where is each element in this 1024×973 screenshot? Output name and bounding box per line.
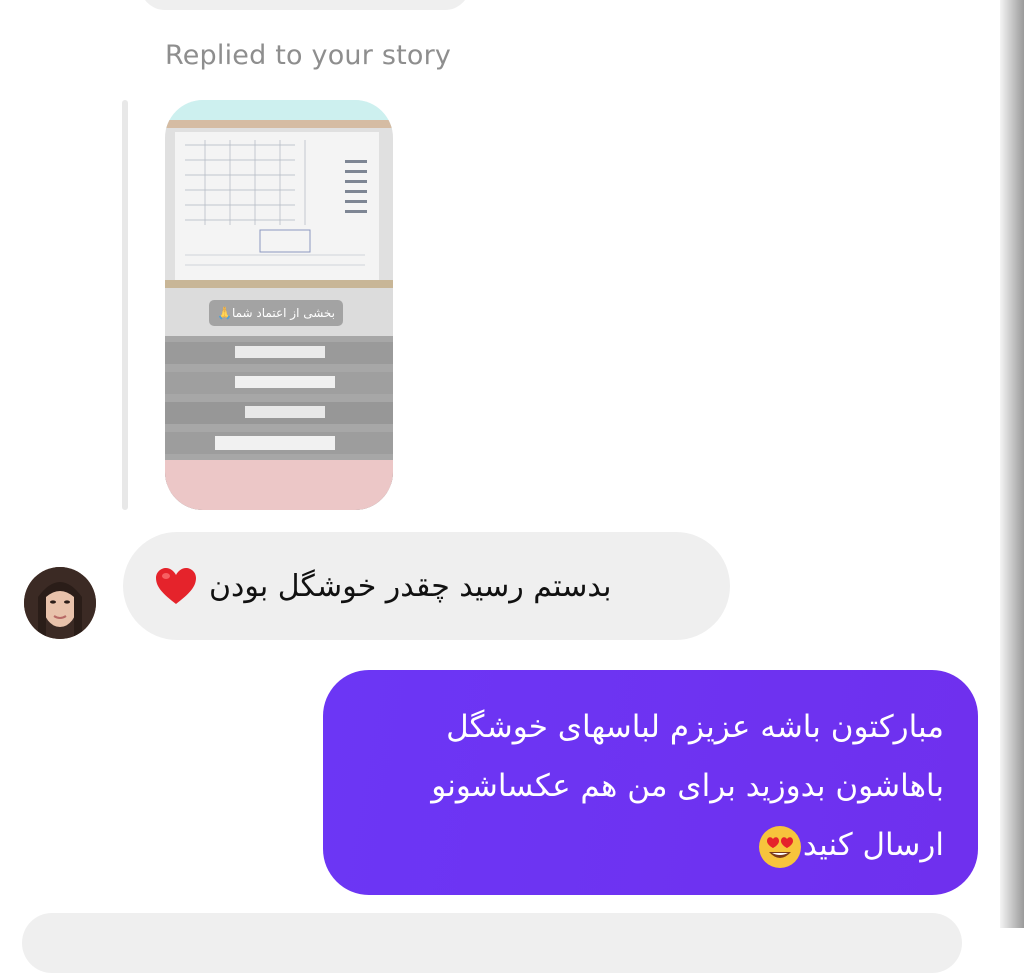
outgoing-message-bubble[interactable]: مبارکتون باشه عزیزم لباسهای خوشگل باهاشو…	[323, 670, 978, 895]
story-reply-label: Replied to your story	[165, 40, 452, 71]
heart-icon	[156, 568, 196, 604]
outgoing-message-text: مبارکتون باشه عزیزم لباسهای خوشگل باهاشو…	[354, 698, 944, 875]
story-thumbnail[interactable]: بخشی از اعتماد شما🙏	[165, 100, 393, 510]
reply-quote-bar	[122, 100, 128, 510]
previous-message-bubble[interactable]	[140, 0, 470, 10]
outgoing-message-line-last: ارسال کنید	[354, 816, 944, 875]
scrollbar-edge	[1000, 0, 1024, 928]
incoming-message-text: بدستم رسید چقدر خوشگل بودن	[209, 568, 612, 604]
heart-eyes-face-icon	[758, 825, 801, 868]
story-bottom-fill	[165, 460, 393, 510]
outgoing-message-line: ارسال کنید	[802, 827, 944, 863]
next-message-bubble[interactable]	[22, 913, 962, 973]
avatar-photo	[24, 567, 96, 639]
sender-avatar[interactable]	[24, 567, 96, 639]
outgoing-message-line: مبارکتون باشه عزیزم لباسهای خوشگل	[446, 709, 944, 745]
story-overlay	[165, 100, 393, 510]
incoming-message-content: بدستم رسید چقدر خوشگل بودن	[123, 532, 730, 640]
outgoing-message-line: باهاشون بدوزید برای من هم عکساشونو	[431, 768, 944, 804]
incoming-message-bubble[interactable]: بدستم رسید چقدر خوشگل بودن	[123, 532, 730, 640]
